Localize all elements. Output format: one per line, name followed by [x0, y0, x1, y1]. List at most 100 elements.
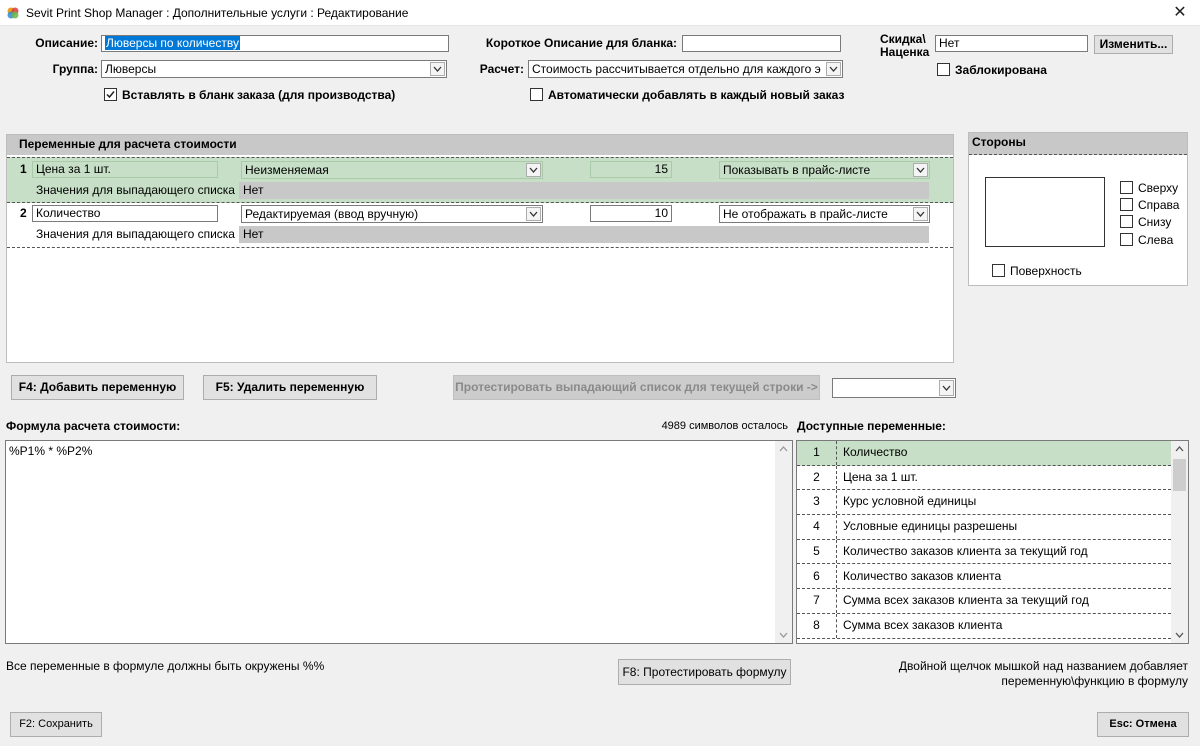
side-right-checkbox[interactable]	[1120, 198, 1133, 211]
available-var-row[interactable]: 1 Количество	[797, 441, 1171, 466]
sides-preview-box	[985, 177, 1105, 247]
dropdown-values-label: Значения для выпадающего списка	[36, 183, 235, 197]
available-var-row[interactable]: 5 Количество заказов клиента за текущий г…	[797, 539, 1171, 565]
cancel-button[interactable]: Esc: Отмена	[1097, 712, 1189, 737]
calc-combo[interactable]: Стоимость рассчитывается отдельно для ка…	[528, 60, 843, 78]
available-var-number: 1	[797, 441, 837, 465]
change-discount-button[interactable]: Изменить...	[1094, 35, 1173, 54]
dropdown-values-label: Значения для выпадающего списка	[36, 227, 235, 241]
side-top-label: Сверху	[1138, 181, 1179, 195]
variable-row-2[interactable]: 2 Количество Редактируемая (ввод вручную…	[7, 203, 953, 248]
available-var-number: 2	[797, 465, 837, 490]
discount-label-line2: Наценка	[880, 45, 930, 59]
group-label: Группа:	[52, 62, 98, 76]
variable-pricelist-value: Показывать в прайс-листе	[723, 163, 871, 177]
available-var-name: Сумма всех заказов клиента за текущий го…	[843, 593, 1089, 608]
side-bottom-label: Снизу	[1138, 215, 1172, 229]
auto-add-checkbox[interactable]	[530, 88, 543, 101]
available-vars-label: Доступные переменные:	[797, 419, 946, 433]
scroll-down-icon[interactable]	[779, 632, 788, 638]
variable-row-1[interactable]: 1 Цена за 1 шт. Неизменяемая 15 Показыва…	[7, 157, 953, 203]
available-var-row[interactable]: 3 Курс условной единицы	[797, 490, 1171, 516]
available-var-name: Цена за 1 шт.	[843, 469, 918, 484]
chevron-down-icon[interactable]	[913, 207, 928, 221]
variable-name-input[interactable]: Количество	[32, 205, 218, 222]
discount-label: Скидка\ Наценка	[880, 33, 929, 59]
side-bottom-checkbox[interactable]	[1120, 215, 1133, 228]
available-var-number: 7	[797, 589, 837, 613]
scroll-up-icon[interactable]	[1175, 446, 1184, 452]
chevron-down-icon[interactable]	[430, 62, 445, 76]
variable-name-input[interactable]: Цена за 1 шт.	[32, 161, 218, 178]
surface-label: Поверхность	[1010, 264, 1082, 278]
variable-value-input[interactable]: 10	[590, 205, 672, 222]
dropdown-values-input[interactable]: Нет	[239, 226, 929, 243]
add-variable-button[interactable]: F4: Добавить переменную	[11, 375, 184, 400]
available-var-row[interactable]: 8 Сумма всех заказов клиента	[797, 613, 1171, 639]
variable-pricelist-combo[interactable]: Не отображать в прайс-листе	[719, 205, 930, 223]
formula-textarea[interactable]: %P1% * %P2%	[5, 440, 793, 644]
save-button[interactable]: F2: Сохранить	[10, 712, 102, 737]
variable-value-input[interactable]: 15	[590, 161, 672, 178]
chevron-down-icon[interactable]	[913, 163, 928, 177]
title-bar: Sevit Print Shop Manager : Дополнительны…	[0, 0, 1200, 26]
available-var-name: Сумма всех заказов клиента	[843, 617, 1003, 632]
side-right-label: Справа	[1138, 198, 1180, 212]
available-var-name: Количество заказов клиента	[843, 568, 1002, 583]
formula-scrollbar[interactable]	[775, 441, 792, 643]
blocked-checkbox[interactable]	[937, 63, 950, 76]
scroll-up-icon[interactable]	[779, 446, 788, 452]
variables-panel-header: Переменные для расчета стоимости	[7, 135, 953, 155]
chevron-down-icon[interactable]	[526, 207, 541, 221]
chevron-down-icon[interactable]	[526, 163, 541, 177]
group-value: Люверсы	[105, 62, 157, 76]
available-vars-hint-line1: Двойной щелчок мышкой над названием доба…	[898, 659, 1188, 673]
discount-input[interactable]: Нет	[935, 35, 1088, 52]
auto-add-label: Автоматически добавлять в каждый новый з…	[548, 88, 845, 102]
test-dropdown-button[interactable]: Протестировать выпадающий список для тек…	[453, 375, 820, 400]
scroll-down-icon[interactable]	[1175, 632, 1184, 638]
description-label: Описание:	[35, 36, 98, 50]
insert-checkbox[interactable]	[104, 88, 117, 101]
available-vars-hint: Двойной щелчок мышкой над названием доба…	[899, 659, 1188, 689]
window-title: Sevit Print Shop Manager : Дополнительны…	[26, 6, 409, 20]
variable-pricelist-combo[interactable]: Показывать в прайс-листе	[719, 161, 930, 179]
test-dropdown-combo[interactable]	[832, 378, 956, 398]
variable-type-combo[interactable]: Неизменяемая	[241, 161, 543, 179]
vars-scrollbar[interactable]	[1171, 441, 1188, 643]
available-var-number: 3	[797, 490, 837, 515]
available-var-row[interactable]: 7 Сумма всех заказов клиента за текущий г…	[797, 589, 1171, 614]
available-var-name: Количество	[843, 445, 908, 459]
check-icon	[106, 91, 115, 99]
available-var-row[interactable]: 6 Количество заказов клиента	[797, 564, 1171, 590]
available-var-row[interactable]: 2 Цена за 1 шт.	[797, 465, 1171, 491]
side-top-checkbox[interactable]	[1120, 181, 1133, 194]
insert-label: Вставлять в бланк заказа (для производст…	[122, 88, 396, 102]
side-left-label: Слева	[1138, 233, 1174, 247]
variable-row-number: 2	[20, 206, 27, 220]
short-desc-label: Короткое Описание для бланка:	[485, 36, 677, 50]
variable-type-combo[interactable]: Редактируемая (ввод вручную)	[241, 205, 543, 223]
side-left-checkbox[interactable]	[1120, 233, 1133, 246]
chevron-down-icon[interactable]	[826, 62, 841, 76]
variables-panel: Переменные для расчета стоимости 1 Цена …	[6, 134, 954, 363]
available-var-name: Условные единицы разрешены	[843, 519, 1018, 534]
surface-checkbox[interactable]	[992, 264, 1005, 277]
group-combo[interactable]: Люверсы	[101, 60, 447, 78]
dropdown-values-input[interactable]: Нет	[239, 182, 929, 199]
chars-left-counter: 4989 символов осталось	[661, 420, 788, 432]
chevron-down-icon[interactable]	[939, 380, 954, 396]
test-formula-button[interactable]: F8: Протестировать формулу	[618, 659, 791, 685]
formula-text: %P1% * %P2%	[9, 444, 93, 458]
calc-label: Расчет:	[479, 62, 524, 76]
available-var-row[interactable]: 4 Условные единицы разрешены	[797, 515, 1171, 540]
delete-variable-button[interactable]: F5: Удалить переменную	[203, 375, 377, 400]
app-icon	[6, 6, 20, 20]
close-button[interactable]: ✕	[1160, 0, 1200, 26]
variable-pricelist-value: Не отображать в прайс-листе	[723, 207, 888, 221]
short-desc-input[interactable]	[682, 35, 841, 52]
description-input[interactable]: Люверсы по количеству	[101, 35, 449, 52]
available-var-number: 5	[797, 539, 837, 564]
available-vars-list[interactable]: 1 Количество 2 Цена за 1 шт. 3 Курс условной …	[796, 440, 1189, 644]
vars-scroll-thumb[interactable]	[1173, 459, 1186, 491]
